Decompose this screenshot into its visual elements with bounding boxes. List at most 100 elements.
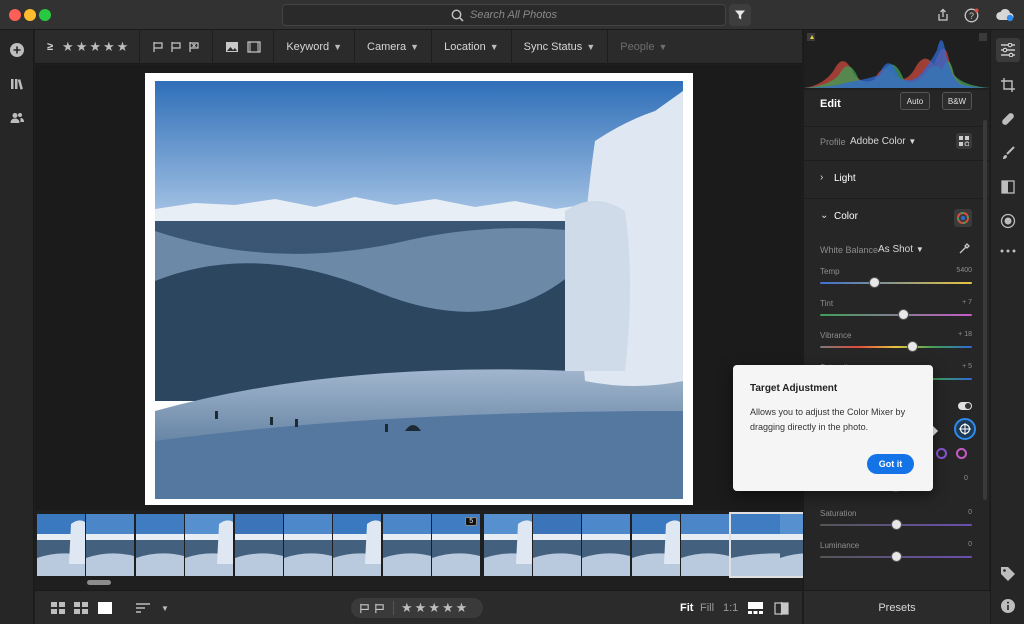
search-bar[interactable]: Search All Photos xyxy=(282,4,726,26)
filmstrip-thumbnail[interactable] xyxy=(37,514,85,576)
filmstrip-thumbnail[interactable] xyxy=(681,514,730,576)
black-white-button[interactable]: B&W xyxy=(942,92,972,110)
sort-button[interactable] xyxy=(135,601,151,615)
filmstrip-thumbnail[interactable] xyxy=(333,514,382,576)
info-button[interactable] xyxy=(999,597,1017,615)
star-4[interactable]: ★ xyxy=(103,39,115,55)
magenta-swatch[interactable] xyxy=(956,448,967,459)
slider-knob[interactable] xyxy=(898,309,910,320)
filmstrip-thumbnail[interactable] xyxy=(483,514,532,576)
main-photo[interactable] xyxy=(155,81,683,499)
share-button[interactable] xyxy=(934,6,952,24)
healing-tool-button[interactable] xyxy=(999,110,1017,128)
compare-button[interactable] xyxy=(773,601,789,615)
cloud-sync-button[interactable] xyxy=(994,6,1016,24)
flag-rejected-icon[interactable] xyxy=(374,603,385,614)
star-5[interactable]: ★ xyxy=(117,39,129,55)
people-button[interactable] xyxy=(8,109,26,127)
location-menu[interactable]: Location ▼ xyxy=(432,29,512,64)
filmstrip-thumbnail[interactable] xyxy=(135,514,184,576)
keyword-menu[interactable]: Keyword ▼ xyxy=(274,29,356,64)
rate-star-3[interactable]: ★ xyxy=(428,600,440,616)
star-2[interactable]: ★ xyxy=(76,39,88,55)
zoom-window-button[interactable] xyxy=(39,9,51,21)
slider-track[interactable] xyxy=(820,282,972,284)
profile-dropdown[interactable]: Adobe Color ▼ xyxy=(850,136,916,147)
filmstrip-thumbnail[interactable] xyxy=(533,514,581,576)
purple-swatch[interactable] xyxy=(936,448,947,459)
rate-star-5[interactable]: ★ xyxy=(456,600,468,616)
star-3[interactable]: ★ xyxy=(89,39,101,55)
color-section-title[interactable]: Color xyxy=(834,211,858,222)
chevron-down-icon[interactable]: ⌄ xyxy=(820,210,828,221)
slider-temp[interactable]: Temp 5400 xyxy=(820,267,972,297)
zoom-fit[interactable]: Fit xyxy=(680,602,693,614)
mixer-slider-luminance[interactable]: Luminance 0 xyxy=(820,541,972,571)
eyedropper-icon[interactable] xyxy=(958,242,971,255)
filmstrip-scrollbar[interactable] xyxy=(87,580,111,585)
more-tools-button[interactable] xyxy=(999,242,1017,260)
filmstrip-thumbnail[interactable] xyxy=(382,514,431,576)
filmstrip-thumbnail[interactable] xyxy=(631,514,680,576)
flag-rejected-icon[interactable] xyxy=(188,41,200,53)
square-grid-button[interactable] xyxy=(73,601,89,615)
flag-picked-icon[interactable] xyxy=(152,41,164,53)
target-adjustment-button[interactable] xyxy=(954,418,976,440)
crop-tool-button[interactable] xyxy=(999,76,1017,94)
filmstrip-thumbnail[interactable]: 5 xyxy=(432,514,481,576)
video-type-icon[interactable] xyxy=(247,40,261,53)
detail-view-button[interactable] xyxy=(97,601,113,615)
filmstrip-thumbnail[interactable] xyxy=(234,514,283,576)
sort-dropdown[interactable]: ▼ xyxy=(157,601,173,615)
minimize-window-button[interactable] xyxy=(24,9,36,21)
filmstrip-thumbnail[interactable] xyxy=(86,514,135,576)
color-mixer-button[interactable] xyxy=(954,209,972,227)
edit-tool-button[interactable] xyxy=(996,38,1020,62)
flag-unflagged-icon[interactable] xyxy=(170,41,182,53)
grid-view-button[interactable] xyxy=(50,601,66,615)
rate-star-4[interactable]: ★ xyxy=(442,600,454,616)
got-it-button[interactable]: Got it xyxy=(867,454,914,474)
slider-knob[interactable] xyxy=(907,341,919,352)
filter-button[interactable] xyxy=(729,4,751,26)
rating-comparator[interactable]: ≥ xyxy=(47,41,53,53)
filmstrip-thumbnail[interactable] xyxy=(582,514,631,576)
sync-status-menu[interactable]: Sync Status ▼ xyxy=(512,29,609,64)
profile-browser-button[interactable] xyxy=(956,133,972,149)
linear-gradient-tool-button[interactable] xyxy=(999,178,1017,196)
slider-track[interactable] xyxy=(820,346,972,348)
presets-button[interactable]: Presets xyxy=(804,590,990,624)
filmstrip-thumbnail[interactable] xyxy=(284,514,332,576)
add-photos-button[interactable] xyxy=(8,41,26,59)
slider-tint[interactable]: Tint + 7 xyxy=(820,299,972,329)
stack-count-badge[interactable]: 5 xyxy=(465,517,478,526)
slider-knob[interactable] xyxy=(869,277,881,288)
close-window-button[interactable] xyxy=(9,9,21,21)
slider-track[interactable] xyxy=(820,314,972,316)
rate-star-1[interactable]: ★ xyxy=(401,600,413,616)
keywords-button[interactable] xyxy=(999,565,1017,583)
library-button[interactable] xyxy=(8,75,26,93)
flag-picked-icon[interactable] xyxy=(359,603,370,614)
brush-tool-button[interactable] xyxy=(999,144,1017,162)
rating-filter[interactable]: ≥ ★ ★ ★ ★ ★ xyxy=(35,29,141,64)
star-1[interactable]: ★ xyxy=(62,39,74,55)
rate-star-2[interactable]: ★ xyxy=(415,600,427,616)
filmstrip-thumbnail[interactable] xyxy=(185,514,234,576)
panel-scrollbar[interactable] xyxy=(983,120,987,500)
radial-gradient-tool-button[interactable] xyxy=(999,212,1017,230)
help-button[interactable]: ? xyxy=(962,6,980,24)
photo-type-icon[interactable] xyxy=(225,41,239,53)
filmstrip-toggle-button[interactable] xyxy=(747,601,763,615)
white-balance-dropdown[interactable]: As Shot ▼ xyxy=(878,244,924,255)
slider-vibrance[interactable]: Vibrance + 18 xyxy=(820,331,972,361)
slider-knob[interactable] xyxy=(890,519,902,530)
color-mixer-toggle[interactable] xyxy=(958,402,972,410)
light-section-header[interactable]: › Light xyxy=(804,160,990,196)
camera-menu[interactable]: Camera ▼ xyxy=(355,29,433,64)
mixer-slider-saturation[interactable]: Saturation 0 xyxy=(820,509,972,539)
zoom-fill[interactable]: Fill xyxy=(700,602,714,614)
slider-knob[interactable] xyxy=(890,551,902,562)
auto-button[interactable]: Auto xyxy=(900,92,930,110)
zoom-1to1[interactable]: 1:1 xyxy=(723,602,738,614)
